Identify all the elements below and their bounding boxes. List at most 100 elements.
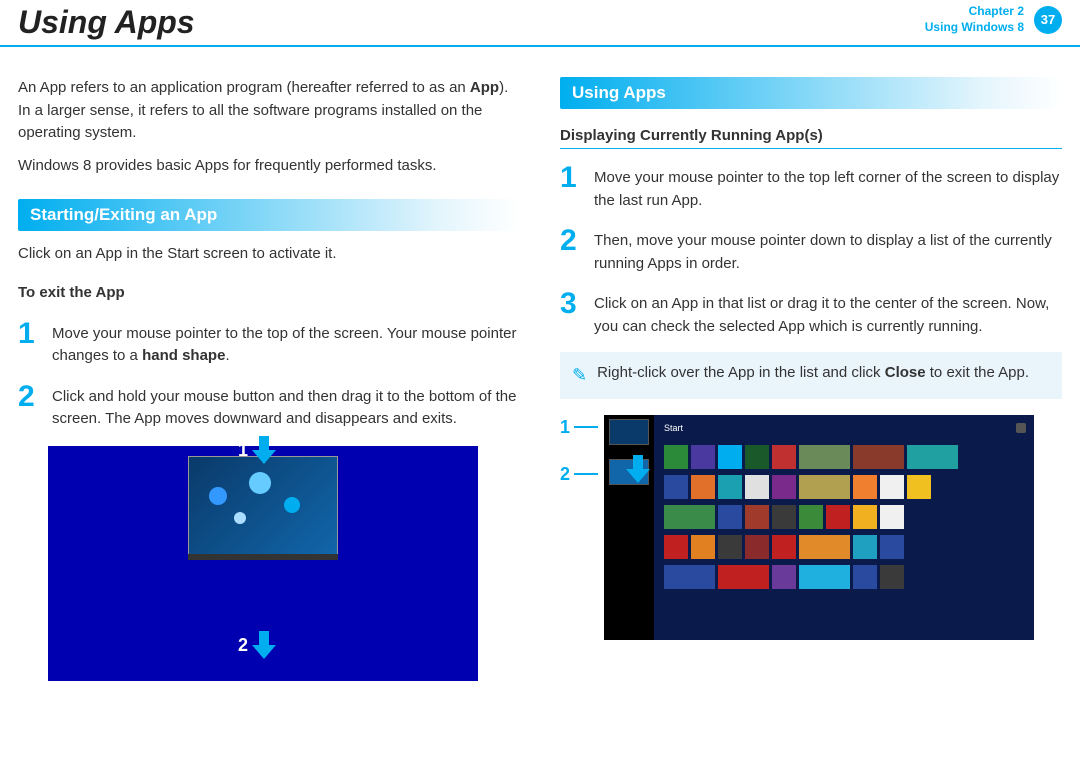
callout-line [574,426,598,428]
tile [826,505,850,529]
section-heading-using-apps: Using Apps [560,77,1062,109]
subheading-running-apps: Displaying Currently Running App(s) [560,127,1062,149]
user-badge [1016,423,1026,433]
tile [853,535,877,559]
starting-text: Click on an App in the Start screen to a… [18,243,520,266]
note-box: ✎ Right-click over the App in the list a… [560,352,1062,399]
tile [664,445,688,469]
tile [880,475,904,499]
figure2-callouts: 1 2 [560,415,598,640]
tile [772,565,796,589]
tile [718,565,769,589]
running-apps-sidebar [604,415,654,640]
step-number: 2 [18,382,42,412]
tile [799,505,823,529]
callout-line [574,473,598,475]
note-icon: ✎ [572,362,587,389]
tile [880,535,904,559]
content-columns: An App refers to an application program … [0,47,1080,681]
figure-callout-1: 1 [238,436,276,466]
step-text: Click and hold your mouse button and the… [52,382,520,431]
exit-step-2: 2 Click and hold your mouse button and t… [18,382,520,431]
header-meta: Chapter 2 Using Windows 8 37 [925,4,1062,35]
exit-subheading: To exit the App [18,284,520,305]
page-number-badge: 37 [1034,6,1062,34]
bubble-icon [284,497,300,513]
tile [772,535,796,559]
tile [664,535,688,559]
tile [799,445,850,469]
figure-callout-2: 2 [560,464,598,485]
tile [799,475,850,499]
section-label: Using Windows 8 [925,20,1024,36]
right-column: Using Apps Displaying Currently Running … [560,77,1062,681]
left-column: An App refers to an application program … [18,77,520,681]
tile [880,505,904,529]
page-header: Using Apps Chapter 2 Using Windows 8 37 [0,0,1080,47]
arrow-down-icon [252,631,276,661]
figure-start-screen: Start [604,415,1034,640]
tile [772,505,796,529]
arrow-down-icon [252,436,276,466]
tile [718,535,742,559]
tile [691,535,715,559]
running-step-3: 3 Click on an App in that list or drag i… [560,289,1062,338]
app-thumbnail [609,419,649,445]
arrow-down-icon [626,455,650,485]
tile [745,535,769,559]
tile [907,475,931,499]
start-label: Start [664,423,683,433]
bubble-icon [234,512,246,524]
tile [853,505,877,529]
tile [853,475,877,499]
tile [799,565,850,589]
page-title: Using Apps [18,4,195,41]
chapter-label: Chapter 2 [925,4,1024,20]
tile [691,475,715,499]
tile [745,505,769,529]
intro-para-1: An App refers to an application program … [18,77,520,145]
tile [745,445,769,469]
start-tiles [664,445,1024,630]
figure-callout-2: 2 [238,631,276,661]
bubble-icon [209,487,227,505]
tile [718,505,742,529]
intro-block: An App refers to an application program … [18,77,520,177]
tile [853,565,877,589]
bubble-icon [249,472,271,494]
tile [664,505,715,529]
tile [718,475,742,499]
running-step-1: 1 Move your mouse pointer to the top lef… [560,163,1062,212]
step-text: Then, move your mouse pointer down to di… [594,226,1062,275]
step-number: 1 [560,163,584,193]
tile [718,445,742,469]
app-window-thumbnail [188,456,338,556]
avatar-icon [1016,423,1026,433]
running-step-2: 2 Then, move your mouse pointer down to … [560,226,1062,275]
tile [907,445,958,469]
figure-callout-1: 1 [560,417,598,438]
tile [799,535,850,559]
tile [772,475,796,499]
tile [664,565,715,589]
note-text: Right-click over the App in the list and… [597,362,1029,389]
figure-running-apps-wrap: 1 2 Start [560,415,1062,640]
intro-para-2: Windows 8 provides basic Apps for freque… [18,155,520,178]
tile [691,445,715,469]
step-text: Move your mouse pointer to the top left … [594,163,1062,212]
tile [745,475,769,499]
chapter-info: Chapter 2 Using Windows 8 [925,4,1024,35]
tile [664,475,688,499]
tile [853,445,904,469]
step-number: 1 [18,319,42,349]
section-heading-starting-exiting: Starting/Exiting an App [18,199,520,231]
step-text: Click on an App in that list or drag it … [594,289,1062,338]
tile [880,565,904,589]
step-number: 2 [560,226,584,256]
step-number: 3 [560,289,584,319]
step-text: Move your mouse pointer to the top of th… [52,319,520,368]
taskbar [188,554,338,560]
tile [772,445,796,469]
figure-exit-app: 1 2 [48,446,478,681]
exit-step-1: 1 Move your mouse pointer to the top of … [18,319,520,368]
